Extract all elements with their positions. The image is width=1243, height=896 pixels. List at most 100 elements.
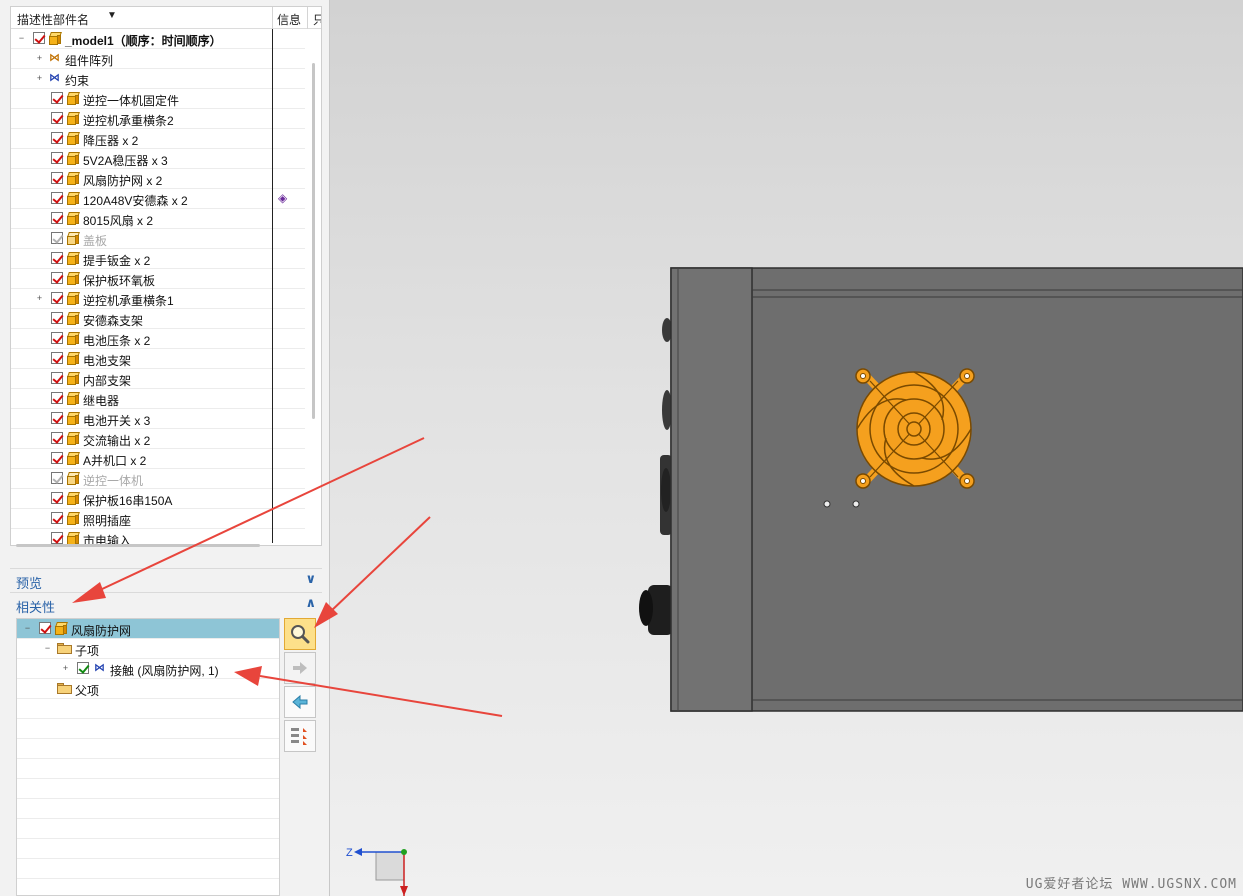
tree-row[interactable]: 电池支架 — [11, 349, 305, 369]
visibility-checkbox[interactable] — [51, 352, 63, 364]
visibility-checkbox[interactable] — [51, 232, 63, 244]
tree-row[interactable]: 电池压条 x 2 — [11, 329, 305, 349]
empty-row — [17, 759, 279, 779]
tree-row-label: 照明插座 — [83, 514, 132, 528]
visibility-checkbox[interactable] — [33, 32, 45, 44]
visibility-checkbox[interactable] — [51, 392, 63, 404]
dependency-row[interactable]: 父项 — [17, 679, 279, 699]
visibility-checkbox[interactable] — [51, 132, 63, 144]
expand-icon[interactable]: + — [35, 74, 44, 83]
dependency-row[interactable]: − 子项 — [17, 639, 279, 659]
expand-icon[interactable]: + — [35, 294, 44, 303]
visibility-checkbox[interactable] — [39, 622, 51, 634]
tree-row[interactable]: A并机口 x 2 — [11, 449, 305, 469]
tree-row[interactable]: 照明插座 — [11, 509, 305, 529]
arrow-right-button[interactable] — [284, 652, 316, 684]
visibility-checkbox[interactable] — [51, 92, 63, 104]
dependency-tree: − 风扇防护网 − 子项 + ⋈ 接触 (风扇防护网, 1) 父项 — [16, 618, 280, 896]
visibility-checkbox[interactable] — [51, 412, 63, 424]
fan-guard[interactable] — [855, 368, 975, 489]
visibility-checkbox[interactable] — [51, 512, 63, 524]
tree-row[interactable]: 盖板 — [11, 229, 305, 249]
collapse-icon[interactable]: − — [17, 34, 26, 43]
part-icon — [67, 212, 80, 225]
visibility-checkbox[interactable] — [51, 432, 63, 444]
visibility-checkbox[interactable] — [51, 492, 63, 504]
part-icon — [67, 512, 80, 525]
visibility-checkbox[interactable] — [51, 292, 63, 304]
dependency-row[interactable]: − 风扇防护网 — [17, 619, 279, 639]
tree-row[interactable]: 5V2A稳压器 x 3 — [11, 149, 305, 169]
tree-row[interactable]: 保护板16串150A — [11, 489, 305, 509]
tree-row[interactable]: 继电器 — [11, 389, 305, 409]
graphics-viewport[interactable]: Z UG爱好者论坛 WWW.UGSNX.COM — [330, 0, 1243, 896]
visibility-checkbox[interactable] — [51, 112, 63, 124]
visibility-checkbox[interactable] — [51, 152, 63, 164]
column-header-extra[interactable]: 只 — [313, 11, 321, 28]
tree-row[interactable]: 交流输出 x 2 — [11, 429, 305, 449]
expand-icon[interactable]: + — [35, 54, 44, 63]
arrow-left-icon — [292, 694, 308, 710]
tree-row[interactable]: 逆控机承重横条2 — [11, 109, 305, 129]
magnifier-button[interactable] — [284, 618, 316, 650]
column-header-name[interactable]: 描述性部件名 — [17, 11, 89, 28]
enclosure-body[interactable] — [670, 267, 1243, 712]
model-view: Z — [346, 267, 1243, 896]
part-icon — [67, 492, 80, 505]
list-expand-button[interactable] — [284, 720, 316, 752]
dependency-section-header[interactable]: 相关性 ∧ — [10, 592, 322, 615]
visibility-checkbox[interactable] — [51, 252, 63, 264]
column-divider[interactable] — [307, 7, 308, 29]
tree-row[interactable]: 提手钣金 x 2 — [11, 249, 305, 269]
tree-row[interactable]: 内部支架 — [11, 369, 305, 389]
visibility-checkbox[interactable] — [51, 472, 63, 484]
visibility-checkbox[interactable] — [51, 312, 63, 324]
sort-down-icon[interactable]: ▼ — [107, 10, 117, 21]
tree-row[interactable]: + ⋈ 约束 — [11, 69, 305, 89]
tree-row[interactable]: + ⋈ 组件阵列 — [11, 49, 305, 69]
folder-icon — [57, 643, 72, 654]
tree-row[interactable]: 120A48V安德森 x 2 ◈ — [11, 189, 305, 209]
tree-row[interactable]: 降压器 x 2 — [11, 129, 305, 149]
tree-row-label: 交流输出 x 2 — [83, 434, 151, 448]
tree-row[interactable]: 逆控一体机固定件 — [11, 89, 305, 109]
tree-row-label: 内部支架 — [83, 374, 132, 388]
arrow-left-button[interactable] — [284, 686, 316, 718]
chevron-up-icon[interactable]: ∧ — [305, 595, 316, 611]
dependency-row-label: 父项 — [75, 684, 100, 698]
tree-row[interactable]: + 逆控机承重横条1 — [11, 289, 305, 309]
visibility-checkbox[interactable] — [51, 272, 63, 284]
tree-row[interactable]: 逆控一体机 — [11, 469, 305, 489]
tree-row-label: 逆控机承重横条1 — [83, 294, 174, 308]
vertical-scrollbar[interactable] — [312, 63, 315, 419]
tree-row-label: 继电器 — [83, 394, 120, 408]
tree-row[interactable]: 电池开关 x 3 — [11, 409, 305, 429]
visibility-checkbox[interactable] — [51, 372, 63, 384]
column-divider[interactable] — [272, 7, 273, 29]
tree-row[interactable]: 保护板环氧板 — [11, 269, 305, 289]
visibility-checkbox[interactable] — [51, 532, 63, 544]
tree-row[interactable]: 8015风扇 x 2 — [11, 209, 305, 229]
constraint-checkbox[interactable] — [77, 662, 89, 674]
visibility-checkbox[interactable] — [51, 332, 63, 344]
part-icon — [67, 352, 80, 365]
tree-row[interactable]: 安德森支架 — [11, 309, 305, 329]
visibility-checkbox[interactable] — [51, 212, 63, 224]
dependency-row[interactable]: + ⋈ 接触 (风扇防护网, 1) — [17, 659, 279, 679]
dependency-row-label: 子项 — [75, 644, 100, 658]
chevron-down-icon[interactable]: ∨ — [305, 571, 316, 587]
collapse-icon[interactable]: − — [43, 644, 52, 653]
expand-icon[interactable]: + — [61, 664, 70, 673]
empty-row — [17, 699, 279, 719]
collapse-icon[interactable]: − — [23, 624, 32, 633]
tree-row[interactable]: − _model1（顺序：时间顺序） — [11, 29, 305, 49]
horizontal-scrollbar[interactable] — [16, 544, 260, 547]
tree-row[interactable]: 风扇防护网 x 2 — [11, 169, 305, 189]
eraser-icon[interactable]: ◈ — [278, 191, 292, 205]
column-header-info[interactable]: 信息 — [277, 11, 301, 28]
visibility-checkbox[interactable] — [51, 192, 63, 204]
list-expand-icon — [291, 728, 307, 745]
visibility-checkbox[interactable] — [51, 452, 63, 464]
visibility-checkbox[interactable] — [51, 172, 63, 184]
preview-section-header[interactable]: 预览 ∨ — [10, 568, 322, 591]
